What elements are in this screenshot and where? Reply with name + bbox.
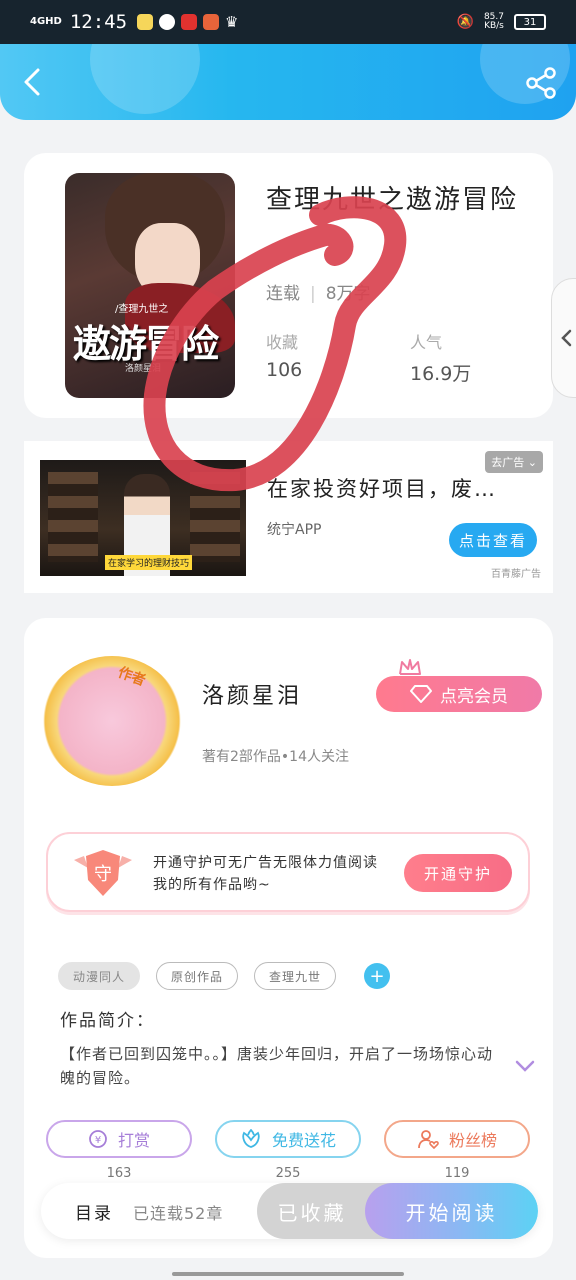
intro-label: 作品简介： bbox=[60, 1011, 155, 1031]
favorites-label: 收藏 bbox=[266, 333, 299, 352]
ad-title: 在家投资好项目，废… bbox=[267, 477, 497, 501]
mute-icon: 🔕 bbox=[456, 14, 474, 30]
book-cover[interactable]: /查理九世之 遨游冒险 洛颜星泪 bbox=[65, 173, 235, 398]
battery-icon: 31 bbox=[514, 14, 546, 30]
network-speed: 85.7 KB/s bbox=[483, 12, 504, 31]
action-counts: 163 255 119 bbox=[46, 1166, 530, 1181]
status-bar: 4GHD 12:45 ♛ 🔕 85.7 KB/s 31 bbox=[0, 0, 576, 44]
book-title: 查理九世之遨游冒险 bbox=[266, 185, 519, 215]
start-reading-button[interactable]: 开始阅读 bbox=[365, 1183, 538, 1239]
reward-count: 163 bbox=[106, 1166, 132, 1181]
tag-item[interactable]: 动漫同人 bbox=[58, 962, 141, 990]
home-indicator[interactable] bbox=[172, 1272, 404, 1276]
intro-text: 【作者已回到囚笼中。。】唐装少年回归，开启了一场场惊心动魄的冒险。 bbox=[60, 1045, 494, 1087]
app-notification-icon bbox=[137, 14, 154, 30]
book-status: 连载 | 8万字 bbox=[266, 284, 371, 304]
send-flower-button[interactable]: 免费送花 bbox=[215, 1120, 361, 1158]
ad-source: 统宁APP bbox=[267, 522, 322, 538]
chevron-down-icon[interactable] bbox=[515, 1059, 535, 1073]
ad-view-button[interactable]: 点击查看 bbox=[449, 523, 537, 557]
game-app-icon bbox=[203, 14, 220, 30]
ad-thumbnail: 在家学习的理财技巧 bbox=[40, 460, 246, 576]
fans-icon bbox=[418, 1130, 439, 1149]
tag-item[interactable]: 查理九世 bbox=[254, 962, 337, 990]
svg-text:¥: ¥ bbox=[95, 1135, 101, 1146]
remove-ad-button[interactable]: 去广告 ⌄ bbox=[485, 451, 543, 473]
action-buttons: ¥ 打赏 免费送花 粉丝榜 bbox=[46, 1120, 530, 1158]
favorites-count: 106 bbox=[266, 359, 303, 381]
author-avatar[interactable]: 作者 bbox=[42, 656, 182, 786]
guard-promo: 守 开通守护可无广告无限体力值阅读我的所有作品哟~ 开通守护 bbox=[46, 832, 530, 912]
guard-shield-icon: 守 bbox=[74, 850, 132, 896]
chapter-count: 已连载52章 bbox=[133, 1204, 224, 1223]
reward-button[interactable]: ¥ 打赏 bbox=[46, 1120, 192, 1158]
share-icon[interactable] bbox=[524, 66, 558, 100]
wechat-icon bbox=[159, 14, 176, 30]
guard-description: 开通守护可无广告无限体力值阅读我的所有作品哟~ bbox=[153, 855, 378, 893]
ad-banner[interactable]: 在家学习的理财技巧 在家投资好项目，废… 统宁APP 去广告 ⌄ 点击查看 百青… bbox=[24, 441, 553, 593]
bottom-action-bar: 目录 已连载52章 已收藏 开始阅读 bbox=[41, 1183, 538, 1239]
svg-text:守: 守 bbox=[94, 864, 112, 885]
clock: 12:45 bbox=[69, 11, 128, 33]
side-drawer-handle[interactable] bbox=[551, 278, 576, 398]
author-badge: 作者 bbox=[115, 664, 148, 690]
back-arrow-icon[interactable] bbox=[16, 66, 48, 98]
news-app-icon bbox=[181, 14, 198, 30]
open-guard-button[interactable]: 开通守护 bbox=[404, 854, 512, 892]
author-name[interactable]: 洛颜星泪 bbox=[202, 678, 302, 710]
book-info-card: /查理九世之 遨游冒险 洛颜星泪 查理九世之遨游冒险 连载 | 8万字 收藏 106… bbox=[24, 153, 553, 418]
fans-count: 119 bbox=[444, 1166, 470, 1181]
author-meta: 著有2部作品•14人关注 bbox=[202, 749, 349, 765]
diamond-icon bbox=[410, 685, 432, 703]
chevron-left-icon bbox=[561, 329, 572, 347]
flower-icon bbox=[242, 1129, 260, 1148]
crown-notification-icon: ♛ bbox=[225, 13, 239, 31]
popularity-count: 16.9万 bbox=[410, 363, 472, 385]
crown-icon bbox=[399, 659, 421, 675]
network-indicator: 4GHD bbox=[30, 16, 62, 27]
toc-button[interactable]: 目录 bbox=[75, 1199, 113, 1224]
ad-provider: 百青藤广告 bbox=[491, 569, 541, 580]
fans-ranking-button[interactable]: 粉丝榜 bbox=[384, 1120, 530, 1158]
top-header bbox=[0, 44, 576, 120]
tag-item[interactable]: 原创作品 bbox=[156, 962, 239, 990]
author-detail-card: 作者 洛颜星泪 著有2部作品•14人关注 点亮会员 守 开通守护可无广告无限体力… bbox=[24, 618, 553, 1258]
yen-coin-icon: ¥ bbox=[89, 1130, 107, 1148]
flower-count: 255 bbox=[275, 1166, 301, 1181]
add-tag-icon[interactable]: + bbox=[364, 963, 391, 989]
tag-list: 动漫同人 原创作品 查理九世 + bbox=[58, 962, 391, 990]
popularity-label: 人气 bbox=[410, 333, 443, 352]
vip-button[interactable]: 点亮会员 bbox=[376, 676, 542, 712]
